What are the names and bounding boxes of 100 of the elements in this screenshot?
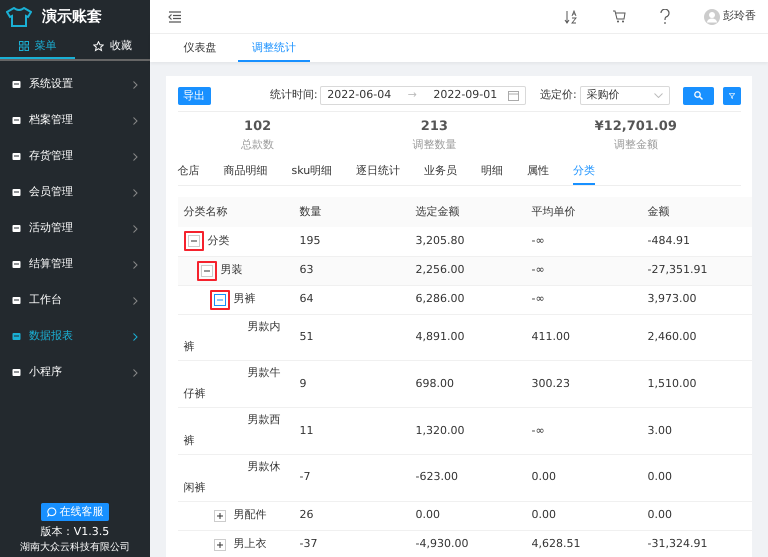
report-tab[interactable]: sku明细: [292, 158, 332, 185]
sidebar-menu-item[interactable]: 数据报表: [0, 318, 150, 354]
sidebar-tab[interactable]: 收藏: [75, 33, 150, 59]
sidebar-menu-item[interactable]: 系统设置: [0, 66, 150, 102]
filter-icon: [728, 90, 734, 100]
sidebar-menu-item[interactable]: 活动管理: [0, 210, 150, 246]
sidebar-menu-item[interactable]: 小程序: [0, 354, 150, 390]
sidebar-menu-item[interactable]: 结算管理: [0, 246, 150, 282]
report-tab[interactable]: 明细: [481, 158, 504, 185]
report-tab[interactable]: 属性: [527, 158, 550, 185]
category-name: 男款休闲裤: [184, 458, 282, 496]
table-cell: -∞: [526, 408, 642, 454]
chevron-icon: [133, 152, 138, 160]
chat-icon: [46, 506, 57, 517]
report-tab[interactable]: 逐日统计: [356, 158, 400, 185]
user-name[interactable]: 彭玲香: [723, 8, 756, 25]
dropdown-caret-icon: [654, 93, 662, 98]
search-button[interactable]: [683, 86, 714, 104]
table-cell: 64: [294, 285, 410, 314]
menu-item-icon: [12, 332, 21, 341]
chevron-icon: [133, 188, 138, 196]
sort-icon[interactable]: [564, 10, 578, 24]
category-name: 分类: [208, 233, 230, 249]
date-range-field[interactable]: 2022-06-04 → 2022-09-01: [320, 86, 526, 105]
report-tab[interactable]: 业务员: [424, 158, 458, 185]
table-cell: 195: [294, 227, 410, 256]
menu-item-icon: [12, 260, 21, 269]
tree-toggle[interactable]: [184, 231, 204, 252]
menu-item-icon: [12, 80, 21, 89]
column-header: 数量: [294, 197, 410, 227]
table-cell: 63: [294, 256, 410, 285]
collapse-icon: [214, 294, 226, 306]
report-tab[interactable]: 商品明细: [224, 158, 268, 185]
stat-value: 102: [243, 118, 272, 136]
table-cell: 3.00: [642, 408, 752, 454]
sidebar-menu-item[interactable]: 存货管理: [0, 138, 150, 174]
column-header: 平均单价: [526, 197, 642, 227]
table-cell: 51: [294, 314, 410, 361]
menu-item-icon: [12, 368, 21, 377]
stat-value: ¥12,701.09: [594, 118, 678, 136]
table-cell: 1,320.00: [410, 408, 526, 454]
collapse-icon: [188, 235, 200, 248]
table-cell: -27,351.91: [642, 256, 752, 285]
date-label: 统计时间:: [270, 87, 318, 104]
page-tab[interactable]: 仪表盘: [164, 34, 236, 62]
table-cell: -∞: [526, 285, 642, 314]
category-name: 男裤: [234, 291, 256, 308]
tree-toggle[interactable]: [210, 290, 230, 310]
table-cell: 6,286.00: [410, 285, 526, 314]
menu-item-icon: [12, 188, 21, 197]
sidebar-menu-item[interactable]: 档案管理: [0, 102, 150, 138]
star-icon: [93, 40, 104, 52]
collapse-icon: [200, 264, 212, 276]
category-name: 男款内裤: [184, 318, 282, 356]
sidebar-menu-item[interactable]: 工作台: [0, 282, 150, 318]
table-cell: 0.00: [526, 501, 642, 530]
table-cell: 698.00: [410, 360, 526, 408]
menu-fold-icon[interactable]: [168, 10, 182, 22]
table-cell: -4,930.00: [410, 530, 526, 557]
table-cell: 3,205.80: [410, 227, 526, 256]
tree-toggle[interactable]: [196, 260, 216, 280]
chevron-icon: [133, 260, 138, 268]
table-cell: 300.23: [526, 360, 642, 408]
report-tab[interactable]: 仓店: [178, 158, 200, 185]
table-cell: 1,510.00: [642, 360, 752, 408]
column-header: 金额: [642, 197, 752, 227]
table-cell: -31,324.91: [642, 530, 752, 557]
expand-icon: [214, 510, 226, 522]
menu-item-icon: [12, 224, 21, 233]
search-icon: [694, 91, 704, 100]
table-cell: -484.91: [642, 227, 752, 256]
shirt-logo-icon: [6, 6, 32, 26]
help-icon[interactable]: [660, 8, 670, 24]
table-cell: 0.00: [642, 501, 752, 530]
stat-label: 调整金额: [612, 136, 659, 152]
chevron-icon: [133, 296, 138, 304]
category-name: 男配件: [234, 507, 266, 524]
chevron-icon: [133, 224, 138, 232]
chevron-icon: [133, 116, 138, 124]
column-header: 选定金额: [410, 197, 526, 227]
table-cell: 9: [294, 360, 410, 408]
sidebar-tab[interactable]: 菜单: [0, 33, 75, 59]
category-name: 男装: [220, 262, 242, 278]
category-name: 男上衣: [234, 536, 266, 552]
table-cell: -37: [294, 530, 410, 557]
table-cell: -623.00: [410, 454, 526, 502]
price-select[interactable]: 采购价: [580, 86, 670, 105]
cart-icon[interactable]: [612, 10, 626, 23]
filter-button[interactable]: [722, 86, 740, 104]
stat-label: 调整数量: [411, 136, 458, 152]
table-cell: 0.00: [410, 501, 526, 530]
chevron-icon: [133, 80, 138, 88]
menu-item-icon: [12, 152, 21, 161]
grid-icon: [18, 41, 28, 51]
table-cell: 3,973.00: [642, 285, 752, 314]
sidebar-menu-item[interactable]: 会员管理: [0, 174, 150, 210]
menu-item-icon: [12, 296, 21, 305]
calendar-icon: [508, 90, 520, 101]
table-cell: 26: [294, 501, 410, 530]
expand-icon: [214, 538, 226, 551]
